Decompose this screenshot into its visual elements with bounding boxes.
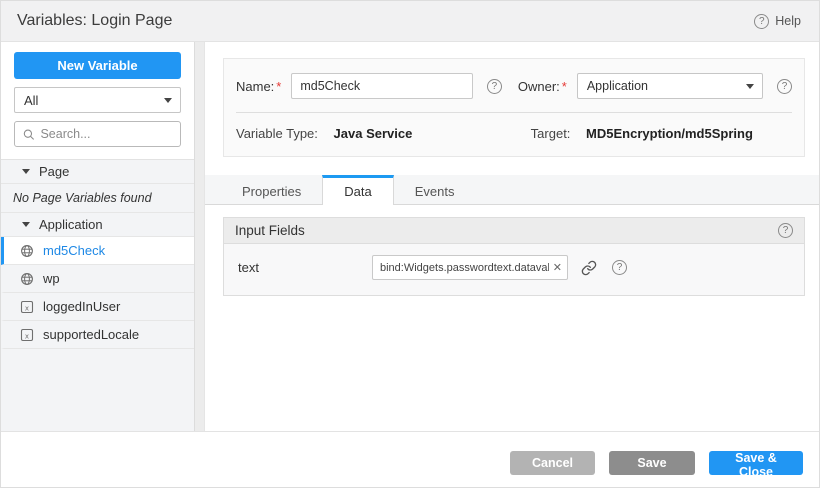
variable-label: loggedInUser [43, 299, 120, 314]
tab-bar: Properties Data Events [205, 175, 819, 205]
tree-group-page[interactable]: Page [1, 160, 194, 184]
name-help-icon[interactable] [487, 79, 502, 94]
main-panel: Name:* Owner:* Application [205, 42, 819, 431]
dialog-body: New Variable All Page No Page Variables … [1, 42, 819, 431]
variable-item-loggedinuser[interactable]: x loggedInUser [1, 293, 194, 321]
group-label: Application [39, 217, 103, 232]
svg-text:x: x [25, 332, 29, 340]
owner-label: Owner:* [518, 79, 567, 94]
dialog-header: Variables: Login Page Help [1, 1, 819, 42]
variable-filter-select[interactable]: All [14, 87, 181, 113]
field-name: text [238, 260, 372, 275]
target-value: MD5Encryption/md5Spring [586, 126, 753, 141]
required-marker: * [562, 79, 567, 94]
type-target-row: Variable Type: Java Service Target: MD5E… [224, 113, 804, 156]
variable-type-pair: Variable Type: Java Service [236, 126, 531, 141]
variable-item-md5check[interactable]: md5Check [1, 237, 194, 265]
group-label: Page [39, 164, 69, 179]
name-input[interactable] [291, 73, 473, 99]
page-variables-empty-text: No Page Variables found [1, 184, 194, 213]
search-box [14, 121, 181, 147]
target-pair: Target: MD5Encryption/md5Spring [531, 126, 753, 141]
field-help-icon[interactable] [612, 260, 627, 275]
bind-link-icon[interactable] [581, 260, 597, 276]
variable-label: md5Check [43, 243, 105, 258]
tree-group-application[interactable]: Application [1, 213, 194, 237]
help-icon [754, 14, 769, 29]
static-variable-icon: x [20, 328, 34, 342]
dialog-footer: Cancel Save Save & Close [1, 431, 819, 488]
tab-properties[interactable]: Properties [221, 175, 322, 204]
save-button[interactable]: Save [609, 451, 695, 475]
page-title: Variables: Login Page [17, 12, 172, 30]
tab-data[interactable]: Data [322, 175, 393, 205]
clear-binding-icon[interactable] [553, 261, 562, 274]
help-button[interactable]: Help [754, 14, 801, 29]
sidebar: New Variable All Page No Page Variables … [1, 42, 194, 431]
chevron-down-icon [164, 98, 172, 103]
collapse-arrow-icon [22, 222, 30, 227]
variables-dialog: Variables: Login Page Help New Variable … [0, 0, 820, 488]
save-close-button[interactable]: Save & Close [709, 451, 803, 475]
chevron-down-icon [746, 84, 754, 89]
input-fields-section: Input Fields text bind:Widgets.passwordt… [223, 217, 805, 296]
variable-label: wp [43, 271, 60, 286]
service-variable-icon [20, 244, 34, 258]
static-variable-icon: x [20, 300, 34, 314]
help-label: Help [775, 14, 801, 28]
owner-select[interactable]: Application [577, 73, 763, 99]
variable-type-value: Java Service [334, 126, 413, 141]
input-fields-header: Input Fields [224, 218, 804, 244]
variable-item-supportedlocale[interactable]: x supportedLocale [1, 321, 194, 349]
variable-meta-panel: Name:* Owner:* Application [223, 58, 805, 157]
input-fields-help-icon[interactable] [778, 223, 793, 238]
bind-expression: bind:Widgets.passwordtext.datavalue [380, 262, 549, 274]
sidebar-scrollbar[interactable] [194, 42, 205, 431]
svg-text:x: x [25, 304, 29, 312]
tab-events[interactable]: Events [394, 175, 476, 204]
variables-tree: Page No Page Variables found Application… [1, 159, 194, 431]
owner-selected-value: Application [587, 79, 648, 93]
text-bind-input[interactable]: bind:Widgets.passwordtext.datavalue [372, 255, 568, 280]
new-variable-button[interactable]: New Variable [14, 52, 181, 79]
variable-item-wp[interactable]: wp [1, 265, 194, 293]
search-input[interactable] [40, 127, 172, 141]
service-variable-icon [20, 272, 34, 286]
variable-label: supportedLocale [43, 327, 139, 342]
name-label: Name:* [236, 79, 281, 94]
field-row-text: text bind:Widgets.passwordtext.datavalue [238, 255, 792, 280]
target-label: Target: [531, 126, 571, 141]
owner-help-icon[interactable] [777, 79, 792, 94]
input-fields-title: Input Fields [235, 223, 305, 238]
collapse-arrow-icon [22, 169, 30, 174]
variable-type-label: Variable Type: [236, 126, 318, 141]
required-marker: * [276, 79, 281, 94]
input-fields-body: text bind:Widgets.passwordtext.datavalue [224, 244, 804, 295]
name-owner-row: Name:* Owner:* Application [224, 59, 804, 112]
search-icon [23, 128, 34, 141]
filter-selected-value: All [24, 93, 38, 108]
cancel-button[interactable]: Cancel [510, 451, 595, 475]
